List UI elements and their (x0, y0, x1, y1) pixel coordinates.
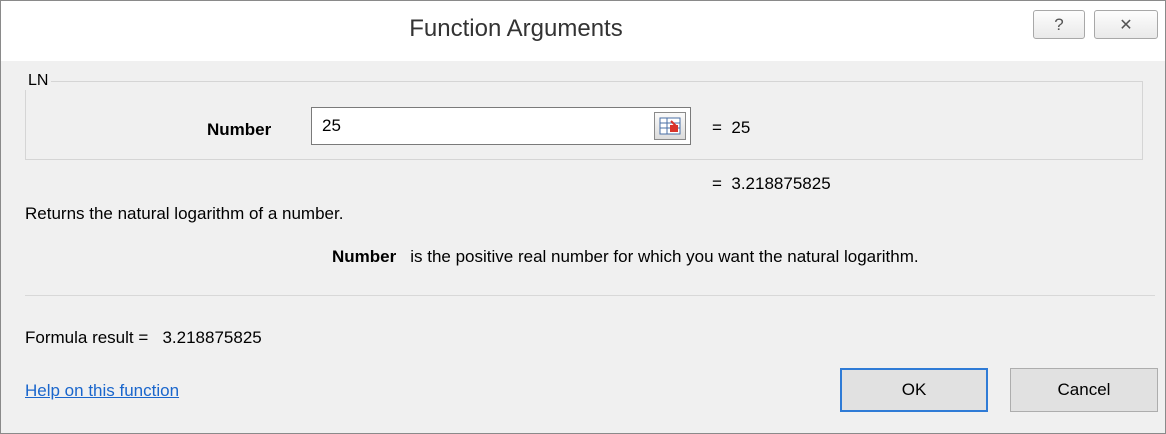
formula-result: Formula result = 3.218875825 (25, 328, 262, 347)
function-description: Returns the natural logarithm of a numbe… (25, 204, 344, 223)
close-button[interactable]: ✕ (1094, 10, 1158, 39)
range-picker-button[interactable] (654, 112, 686, 140)
cancel-button[interactable]: Cancel (1010, 368, 1158, 412)
question-mark-icon: ? (1054, 14, 1064, 34)
title-bar[interactable]: Function Arguments ? ✕ (1, 1, 1165, 61)
ok-button[interactable]: OK (840, 368, 988, 412)
divider (25, 295, 1155, 296)
argument-description-text: is the positive real number for which yo… (410, 247, 919, 266)
argument-description-name: Number (332, 247, 397, 266)
help-button[interactable]: ? (1033, 10, 1085, 39)
argument-evaluated-value: = 25 (712, 118, 751, 137)
range-collapse-icon (659, 117, 681, 135)
argument-description: Number is the positive real number for wh… (332, 247, 919, 267)
number-argument-label: Number (207, 120, 272, 139)
close-icon: ✕ (1119, 16, 1133, 34)
dialog-title: Function Arguments (409, 15, 623, 42)
dialog-body: LN Number = 25 = 3.218875825 Returns the… (12, 61, 1158, 421)
function-result-preview: = 3.218875825 (712, 174, 831, 193)
function-name-label: LN (25, 72, 52, 90)
function-arguments-dialog: Function Arguments ? ✕ LN Number = 25 = … (0, 0, 1166, 434)
help-on-function-link[interactable]: Help on this function (25, 381, 179, 401)
number-argument-input[interactable] (311, 107, 691, 145)
